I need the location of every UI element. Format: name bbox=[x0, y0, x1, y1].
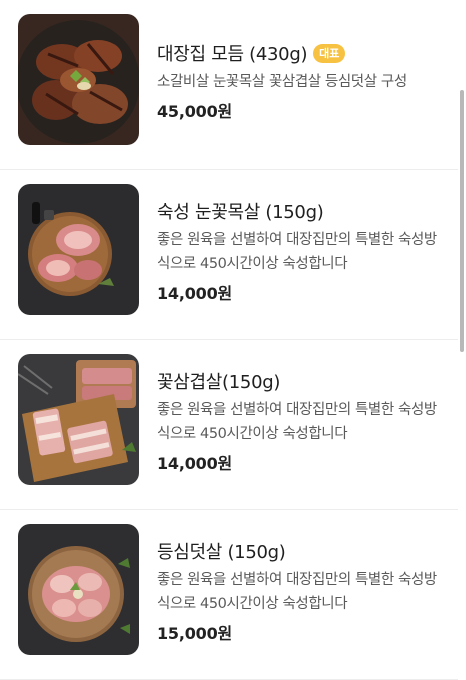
signature-badge: 대표 bbox=[313, 43, 346, 63]
menu-item-description: 좋은 원육을 선별하여 대장집만의 특별한 숙성방식으로 450시간이상 숙성합… bbox=[157, 572, 437, 612]
menu-item-description: 좋은 원육을 선별하여 대장집만의 특별한 숙성방식으로 450시간이상 숙성합… bbox=[157, 402, 437, 442]
menu-item[interactable]: 숙성 눈꽃목살 (150g) 좋은 원육을 선별하여 대장집만의 특별한 숙성방… bbox=[0, 170, 458, 340]
assorted-meat-photo bbox=[18, 14, 139, 145]
menu-item-name: 꽃삼겹살(150g) bbox=[157, 372, 281, 393]
menu-item-description: 소갈비살 눈꽃목살 꽃삼겹살 등심덧살 구성 bbox=[157, 74, 407, 90]
menu-item[interactable]: 등심덧살 (150g) 좋은 원육을 선별하여 대장집만의 특별한 숙성방식으로… bbox=[0, 510, 458, 680]
pork-loin-photo bbox=[18, 524, 139, 655]
menu-item-price: 14,000원 bbox=[157, 284, 233, 303]
menu-item[interactable]: 대장집 모듬 (430g) 대표 소갈비살 눈꽃목살 꽃삼겹살 등심덧살 구성 … bbox=[0, 0, 458, 170]
scrollbar[interactable] bbox=[460, 90, 464, 352]
menu-item-price: 15,000원 bbox=[157, 624, 233, 643]
pork-neck-photo bbox=[18, 184, 139, 315]
menu-item-price: 45,000원 bbox=[157, 102, 233, 121]
pork-belly-photo bbox=[18, 354, 139, 485]
menu-list: 대장집 모듬 (430g) 대표 소갈비살 눈꽃목살 꽃삼겹살 등심덧살 구성 … bbox=[0, 0, 458, 680]
menu-item-info: 숙성 눈꽃목살 (150g) 좋은 원육을 선별하여 대장집만의 특별한 숙성방… bbox=[157, 198, 458, 304]
menu-item[interactable]: 꽃삼겹살(150g) 좋은 원육을 선별하여 대장집만의 특별한 숙성방식으로 … bbox=[0, 340, 458, 510]
menu-item-info: 꽃삼겹살(150g) 좋은 원육을 선별하여 대장집만의 특별한 숙성방식으로 … bbox=[157, 368, 458, 474]
menu-item-name: 대장집 모듬 (430g) bbox=[157, 44, 308, 65]
menu-item-price: 14,000원 bbox=[157, 454, 233, 473]
menu-item-name: 등심덧살 (150g) bbox=[157, 542, 286, 563]
menu-item-description: 좋은 원육을 선별하여 대장집만의 특별한 숙성방식으로 450시간이상 숙성합… bbox=[157, 232, 437, 272]
menu-item-name: 숙성 눈꽃목살 (150g) bbox=[157, 202, 324, 223]
menu-item-info: 등심덧살 (150g) 좋은 원육을 선별하여 대장집만의 특별한 숙성방식으로… bbox=[157, 538, 458, 644]
menu-item-info: 대장집 모듬 (430g) 대표 소갈비살 눈꽃목살 꽃삼겹살 등심덧살 구성 … bbox=[157, 40, 458, 122]
